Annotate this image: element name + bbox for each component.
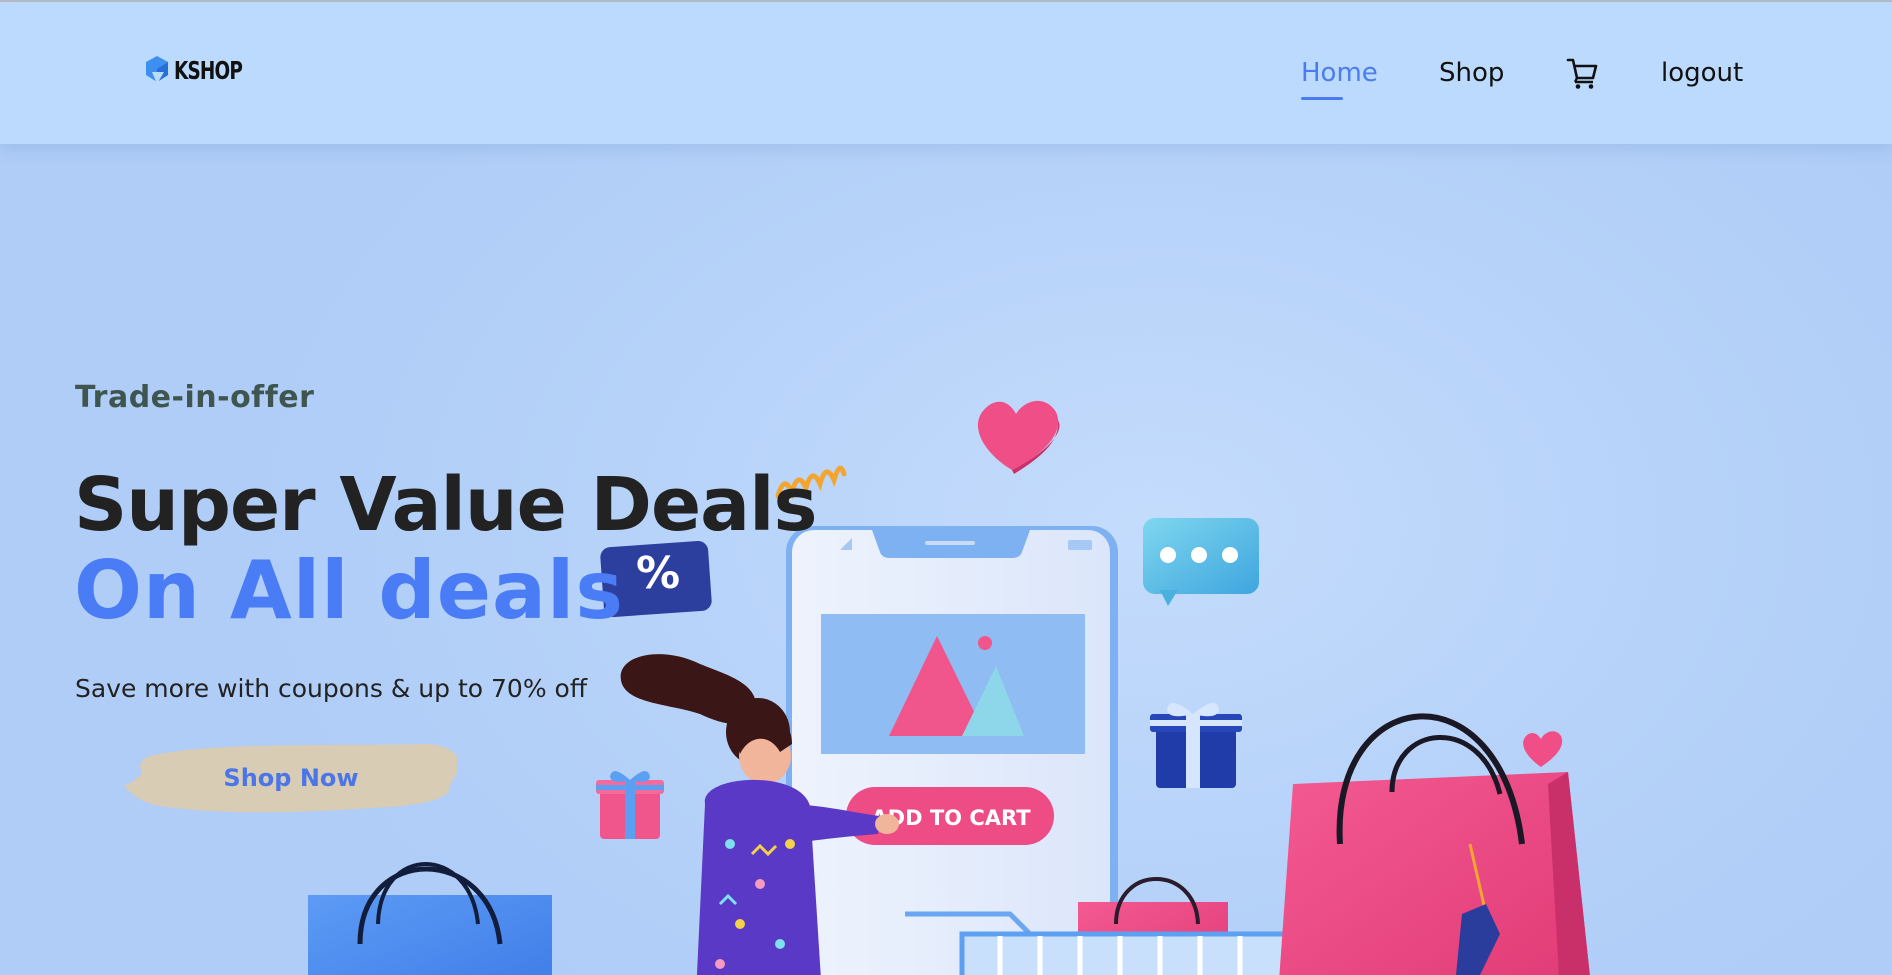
nav-home-label: Home: [1301, 58, 1378, 88]
nav-home-link[interactable]: Home: [1301, 52, 1378, 100]
hero-subtitle: Save more with coupons & up to 70% off: [75, 674, 588, 703]
blue-gift-decoration: [1150, 702, 1242, 788]
shopping-cart-icon: [1566, 58, 1598, 89]
nav-logout-link[interactable]: logout: [1661, 52, 1743, 94]
headline-line1: Super Value Deals: [74, 462, 818, 548]
nav-cart-link[interactable]: [1566, 56, 1598, 90]
nav-shop-link[interactable]: Shop: [1439, 52, 1504, 94]
small-heart-decoration: [1523, 731, 1563, 767]
svg-text:%: %: [636, 548, 680, 599]
blue-shopping-bag: [308, 862, 552, 975]
headline-line2: On All deals: [74, 544, 624, 637]
heart-decoration: [977, 400, 1059, 470]
shop-now-button[interactable]: Shop Now: [120, 734, 462, 822]
pink-gift-decoration: [596, 771, 664, 839]
main-nav: Home Shop logout: [0, 52, 1892, 100]
hero-section: % ADD TO CART Trade-in-offer Super Value…: [0, 144, 1892, 975]
site-header: KSHOP Home Shop logout: [0, 2, 1892, 144]
active-nav-underline: [1301, 97, 1343, 100]
phone-mockup: ADD TO CART: [786, 526, 1118, 975]
promo-label: Trade-in-offer: [75, 380, 315, 415]
shop-now-label: Shop Now: [223, 764, 359, 792]
chat-bubble-decoration: [1143, 518, 1259, 606]
